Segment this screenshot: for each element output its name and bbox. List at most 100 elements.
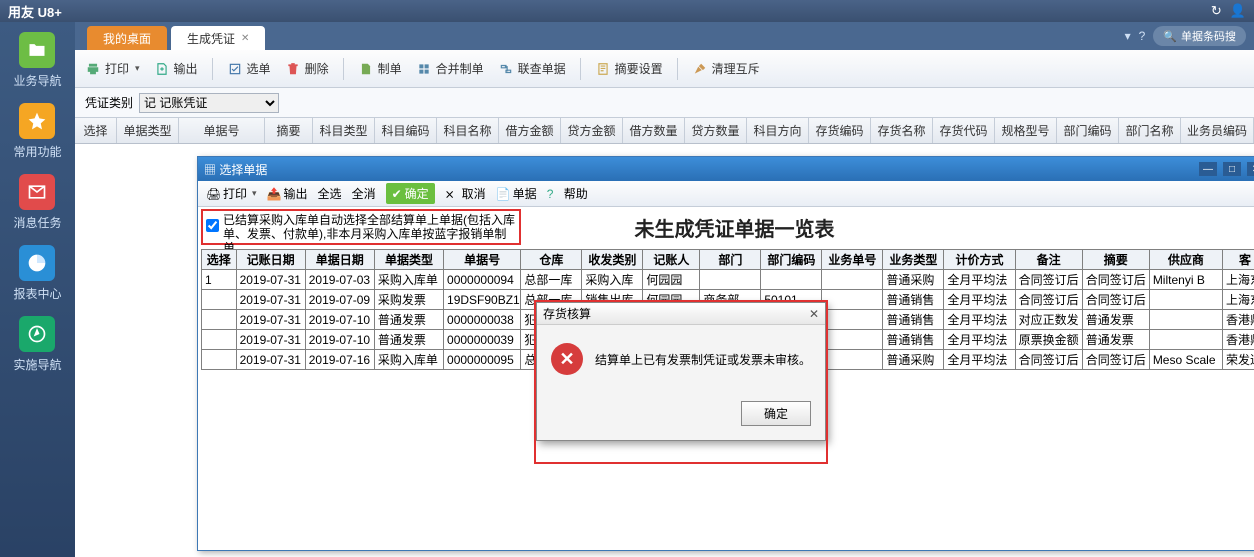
cancel-icon: ⨯ <box>445 187 459 201</box>
cell: 合同签订后 <box>1082 350 1149 370</box>
nav-reports[interactable]: 报表中心 <box>7 241 67 306</box>
chart-icon <box>19 245 55 281</box>
app-brand: 用友 U8+ <box>8 2 62 21</box>
nav-label: 常用功能 <box>13 143 61 160</box>
cell: 上海东 <box>1223 290 1254 310</box>
cell: 19DSF90BZ1 <box>444 290 521 310</box>
titlebar-right: ↻ 👤 <box>1211 3 1246 19</box>
table-row[interactable]: 12019-07-312019-07-03采购入库单0000000094总部一库… <box>201 270 1254 290</box>
col-header: 部门编码 <box>761 250 822 270</box>
nav-common[interactable]: 常用功能 <box>7 99 67 164</box>
cell <box>1149 290 1222 310</box>
modal-footer: 确定 <box>537 393 825 440</box>
p-print-button[interactable]: 🖨打印 <box>206 185 257 202</box>
refresh-icon[interactable]: ↻ <box>1211 3 1222 19</box>
barcode-search[interactable]: 🔍 单据条码搜 <box>1153 26 1246 46</box>
tab-label: 我的桌面 <box>103 30 151 47</box>
col-header: 摘要 <box>1082 250 1149 270</box>
close-icon[interactable]: ✕ <box>241 33 249 44</box>
link-button[interactable]: 联查单据 <box>498 60 566 77</box>
cell: 全月平均法 <box>944 310 1015 330</box>
cell: 上海东 <box>1223 270 1254 290</box>
help-icon: ? <box>547 187 561 201</box>
cell: 对应正数发 <box>1015 310 1082 330</box>
export-icon <box>154 61 170 77</box>
search-placeholder: 单据条码搜 <box>1181 28 1236 44</box>
summary-button[interactable]: 摘要设置 <box>595 60 663 77</box>
close-icon[interactable]: ✕ <box>809 307 819 321</box>
cell: 0000000095 <box>444 350 521 370</box>
col-header: 备注 <box>1015 250 1082 270</box>
voucher-type-select[interactable]: 记 记账凭证 <box>139 93 279 113</box>
select-button[interactable]: 选单 <box>227 60 271 77</box>
print-button[interactable]: 打印 <box>85 60 140 77</box>
user-icon[interactable]: 👤 <box>1230 3 1246 19</box>
make-button[interactable]: 制单 <box>358 60 402 77</box>
merge-button[interactable]: 合并制单 <box>416 60 484 77</box>
popup-toolbar: 🖨打印 📤输出 全选 全消 ✔确定 ⨯取消 📄单据 ?帮助 <box>198 181 1254 207</box>
filter-row: 凭证类别 记 记账凭证 <box>75 88 1254 118</box>
separator <box>212 58 213 80</box>
bill-icon: 📄 <box>496 187 510 201</box>
mail-icon <box>19 174 55 210</box>
cell: 2019-07-31 <box>236 330 305 350</box>
cell: Miltenyi B <box>1149 270 1222 290</box>
cell: 荣发进 <box>1223 350 1254 370</box>
maximize-icon[interactable]: □ <box>1223 162 1241 176</box>
cell: 合同签订后 <box>1015 290 1082 310</box>
cell: 合同签订后 <box>1082 270 1149 290</box>
p-bill-button[interactable]: 📄单据 <box>496 185 537 202</box>
cell: 2019-07-09 <box>305 290 374 310</box>
separator <box>580 58 581 80</box>
modal-ok-button[interactable]: 确定 <box>741 401 811 426</box>
p-cancel-button[interactable]: ⨯取消 <box>445 185 486 202</box>
cell: Meso Scale <box>1149 350 1222 370</box>
minimize-icon[interactable]: — <box>1199 162 1217 176</box>
clear-button[interactable]: 清理互斥 <box>692 60 760 77</box>
p-selectall-button[interactable]: 全选 <box>318 185 342 202</box>
tab-desktop[interactable]: 我的桌面 <box>87 26 167 50</box>
cell: 普通销售 <box>883 290 944 310</box>
cell: 2019-07-10 <box>305 330 374 350</box>
cell: 采购入库单 <box>374 270 443 290</box>
cell: 采购入库 <box>582 270 643 290</box>
modal-titlebar[interactable]: 存货核算 ✕ <box>537 303 825 325</box>
close-icon[interactable]: ✕ <box>1247 162 1254 176</box>
p-selectnone-button[interactable]: 全消 <box>352 185 376 202</box>
cell: 普通采购 <box>883 270 944 290</box>
popup-titlebar[interactable]: ▦ 选择单据 — □ ✕ <box>198 157 1254 181</box>
col: 业务员编码 <box>1181 118 1254 143</box>
cell <box>761 270 822 290</box>
tab-voucher[interactable]: 生成凭证 ✕ <box>171 26 265 50</box>
chevron-down-icon[interactable]: ▾ <box>1125 29 1131 43</box>
cell: 0000000094 <box>444 270 521 290</box>
p-help-button[interactable]: ?帮助 <box>547 185 588 202</box>
nav-label: 消息任务 <box>13 214 61 231</box>
col: 存货代码 <box>933 118 995 143</box>
cell <box>822 290 883 310</box>
col: 单据类型 <box>117 118 179 143</box>
delete-button[interactable]: 删除 <box>285 60 329 77</box>
help-icon[interactable]: ? <box>1139 29 1146 43</box>
cell: 何园园 <box>643 270 700 290</box>
main-toolbar: 打印 输出 选单 删除 制单 合并制单 联查单据 摘要设置 清理互斥 <box>75 50 1254 88</box>
col-header: 计价方式 <box>944 250 1015 270</box>
col: 规格型号 <box>995 118 1057 143</box>
export-icon: 📤 <box>267 187 281 201</box>
col: 部门编码 <box>1057 118 1119 143</box>
p-output-button[interactable]: 📤输出 <box>267 185 308 202</box>
nav-business[interactable]: 业务导航 <box>7 28 67 93</box>
filter-label: 凭证类别 <box>85 94 133 111</box>
output-button[interactable]: 输出 <box>154 60 198 77</box>
check-icon: ✔ <box>392 187 402 201</box>
cell: 2019-07-31 <box>236 290 305 310</box>
col-header: 单据日期 <box>305 250 374 270</box>
nav-implement[interactable]: 实施导航 <box>7 312 67 377</box>
p-ok-button[interactable]: ✔确定 <box>386 183 435 204</box>
delete-icon <box>285 61 301 77</box>
cell: 采购发票 <box>374 290 443 310</box>
cell: 采购入库单 <box>374 350 443 370</box>
nav-messages[interactable]: 消息任务 <box>7 170 67 235</box>
col-header: 记账日期 <box>236 250 305 270</box>
tab-label: 生成凭证 <box>187 30 235 47</box>
